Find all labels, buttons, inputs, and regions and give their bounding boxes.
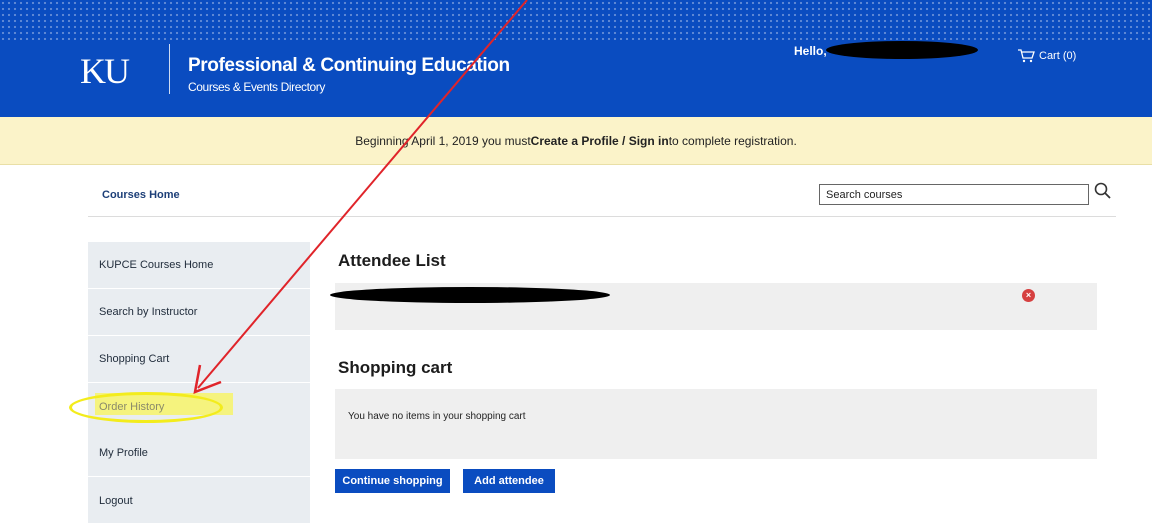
shopping-cart-heading: Shopping cart bbox=[338, 358, 453, 377]
add-attendee-button[interactable]: Add attendee bbox=[463, 469, 555, 493]
logo-divider bbox=[169, 44, 170, 94]
registration-notice: Beginning April 1, 2019 you must Create … bbox=[0, 117, 1152, 165]
site-title[interactable]: Professional & Continuing Education bbox=[188, 55, 510, 77]
courses-home-link[interactable]: Courses Home bbox=[102, 189, 180, 201]
cart-link[interactable]: Cart (0) bbox=[1017, 49, 1076, 63]
cart-empty-message: You have no items in your shopping cart bbox=[348, 411, 526, 422]
continue-shopping-button[interactable]: Continue shopping bbox=[335, 469, 450, 493]
header-pattern bbox=[0, 0, 1152, 40]
search-button[interactable] bbox=[1093, 181, 1113, 201]
notice-suffix: to complete registration. bbox=[668, 133, 797, 148]
attendee-list-heading: Attendee List bbox=[338, 251, 446, 270]
sign-in-link[interactable]: Create a Profile / Sign in bbox=[531, 134, 669, 148]
sidebar-item-my-profile[interactable]: My Profile bbox=[88, 430, 310, 477]
notice-prefix: Beginning April 1, 2019 you must bbox=[355, 133, 531, 148]
cart-label: Cart (0) bbox=[1039, 50, 1077, 62]
nav-divider bbox=[88, 216, 1116, 217]
search-input[interactable] bbox=[819, 184, 1089, 205]
sidebar-item-shopping-cart[interactable]: Shopping Cart bbox=[88, 336, 310, 383]
sidebar-item-logout[interactable]: Logout bbox=[88, 477, 310, 523]
sidebar-item-order-history[interactable]: Order History bbox=[88, 383, 310, 430]
cart-panel bbox=[335, 389, 1097, 459]
remove-attendee-icon[interactable]: × bbox=[1022, 289, 1035, 302]
redacted-username bbox=[826, 41, 978, 59]
redacted-attendee-name bbox=[330, 287, 610, 303]
sidebar-item-kupce-courses-home[interactable]: KUPCE Courses Home bbox=[88, 242, 310, 289]
cart-icon bbox=[1018, 49, 1035, 63]
sidebar-item-search-by-instructor[interactable]: Search by Instructor bbox=[88, 289, 310, 336]
site-header: KU Professional & Continuing Education C… bbox=[0, 0, 1152, 117]
ku-logo[interactable]: KU bbox=[80, 50, 130, 92]
search-icon bbox=[1094, 182, 1111, 199]
site-subtitle: Courses & Events Directory bbox=[188, 80, 325, 94]
user-greeting: Hello, bbox=[794, 44, 827, 58]
